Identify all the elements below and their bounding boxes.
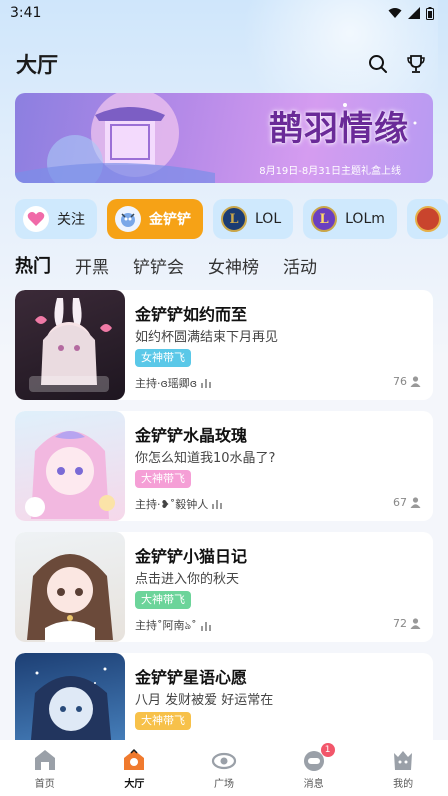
- nav-label: 广场: [213, 778, 234, 790]
- category-label: 金铲铲: [149, 212, 191, 228]
- status-bar: 3:41: [0, 0, 448, 26]
- category-label: LOLm: [345, 211, 385, 227]
- room-title: 金铲铲水晶玫瑰: [135, 426, 248, 445]
- nav-lobby[interactable]: 大厅: [99, 747, 169, 790]
- room-description: 你怎么知道我10水晶了?: [135, 451, 276, 466]
- room-description: 如约杯圆满结束下月再见: [135, 330, 279, 345]
- nav-messages[interactable]: 消息 1: [279, 742, 349, 790]
- search-icon: [369, 55, 387, 73]
- audio-bars-icon: [212, 499, 223, 509]
- app-header: 大厅: [0, 44, 448, 84]
- nav-label: 大厅: [124, 778, 145, 790]
- ranking-button[interactable]: [400, 48, 432, 80]
- nav-label: 我的: [393, 778, 414, 790]
- room-host: 主持·❥˚毅钟人: [135, 498, 209, 511]
- nav-square[interactable]: 广场: [189, 747, 259, 790]
- room-list: 金铲铲如约而至 如约杯圆满结束下月再见 女神带飞 主持·ɞ瑶卿ɞ 76 金铲铲水…: [15, 290, 433, 774]
- category-row: 关注 金铲铲 L LOL L LOLm: [15, 199, 448, 239]
- event-banner[interactable]: 鹊羽情缘 8月19日-8月31日主题礼盒上线: [15, 93, 433, 183]
- tab-events[interactable]: 活动: [283, 253, 317, 278]
- nav-label: 消息: [303, 778, 324, 790]
- unread-badge: 1: [320, 742, 335, 757]
- category-lolm[interactable]: L LOLm: [303, 199, 397, 239]
- person-icon: [410, 497, 421, 508]
- lolm-icon: L: [311, 206, 338, 232]
- room-card[interactable]: 金铲铲如约而至 如约杯圆满结束下月再见 女神带飞 主持·ɞ瑶卿ɞ 76: [15, 290, 433, 400]
- room-cover-image: [15, 411, 125, 521]
- bottom-navigation: 首页 大厅 广场 消息 1 我的: [0, 740, 448, 796]
- room-title: 金铲铲小猫日记: [135, 547, 248, 566]
- battery-icon: [426, 6, 434, 20]
- room-tabs: 热门 开黑 铲铲会 女神榜 活动: [15, 251, 317, 279]
- room-title: 金铲铲如约而至: [135, 305, 248, 324]
- room-title: 金铲铲星语心愿: [135, 668, 248, 687]
- banner-subtitle: 8月19日-8月31日主题礼盒上线: [259, 166, 401, 177]
- heart-icon: [23, 206, 49, 232]
- tab-goddess-rank[interactable]: 女神榜: [208, 253, 259, 278]
- room-listener-count: 67: [393, 496, 407, 509]
- room-host: 主持˚阿南ঌ˚: [135, 619, 197, 632]
- status-time: 3:41: [10, 5, 42, 21]
- nav-profile[interactable]: 我的: [368, 747, 438, 790]
- home-icon: [34, 749, 55, 770]
- person-icon: [410, 618, 421, 629]
- room-description: 点击进入你的秋天: [135, 572, 240, 587]
- room-tag: 大神带飞: [135, 470, 191, 488]
- signal-icon: [408, 7, 420, 19]
- square-icon: [211, 752, 237, 769]
- room-card[interactable]: 金铲铲水晶玫瑰 你怎么知道我10水晶了? 大神带飞 主持·❥˚毅钟人 67: [15, 411, 433, 521]
- profile-icon: [394, 750, 413, 770]
- banner-title: 鹊羽情缘: [269, 109, 409, 149]
- nav-home[interactable]: 首页: [10, 747, 80, 790]
- tab-squad[interactable]: 开黑: [75, 253, 109, 278]
- room-description: 八月 发财被爱 好运常在: [135, 693, 274, 708]
- category-lol[interactable]: L LOL: [213, 199, 294, 239]
- tab-tft-club[interactable]: 铲铲会: [133, 253, 184, 278]
- search-button[interactable]: [362, 48, 394, 80]
- room-tag: 大神带飞: [135, 712, 191, 730]
- trophy-icon: [407, 55, 425, 73]
- category-more-game[interactable]: [406, 199, 448, 239]
- person-icon: [410, 376, 421, 387]
- nav-label: 首页: [34, 778, 55, 790]
- room-listener-count: 76: [393, 375, 407, 388]
- room-cover-image: [15, 532, 125, 642]
- category-follow[interactable]: 关注: [15, 199, 97, 239]
- tab-hot[interactable]: 热门: [15, 252, 51, 278]
- category-label: 关注: [57, 212, 85, 228]
- audio-bars-icon: [200, 622, 211, 631]
- room-tag: 女神带飞: [135, 349, 191, 367]
- room-host: 主持·ɞ瑶卿ɞ: [135, 377, 198, 390]
- wifi-icon: [388, 8, 402, 18]
- room-tag: 大神带飞: [135, 591, 191, 609]
- category-label: LOL: [255, 211, 282, 227]
- room-card[interactable]: 金铲铲小猫日记 点击进入你的秋天 大神带飞 主持˚阿南ঌ˚ 72: [15, 532, 433, 642]
- room-cover-image: [15, 290, 125, 400]
- lobby-icon: [124, 748, 145, 770]
- category-tft[interactable]: 金铲铲: [107, 199, 203, 239]
- page-title: 大厅: [16, 53, 58, 77]
- tft-icon: [115, 206, 141, 232]
- lol-icon: L: [221, 206, 247, 232]
- audio-bars-icon: [201, 378, 212, 388]
- game-avatar-icon: [414, 206, 441, 232]
- room-listener-count: 72: [393, 617, 407, 630]
